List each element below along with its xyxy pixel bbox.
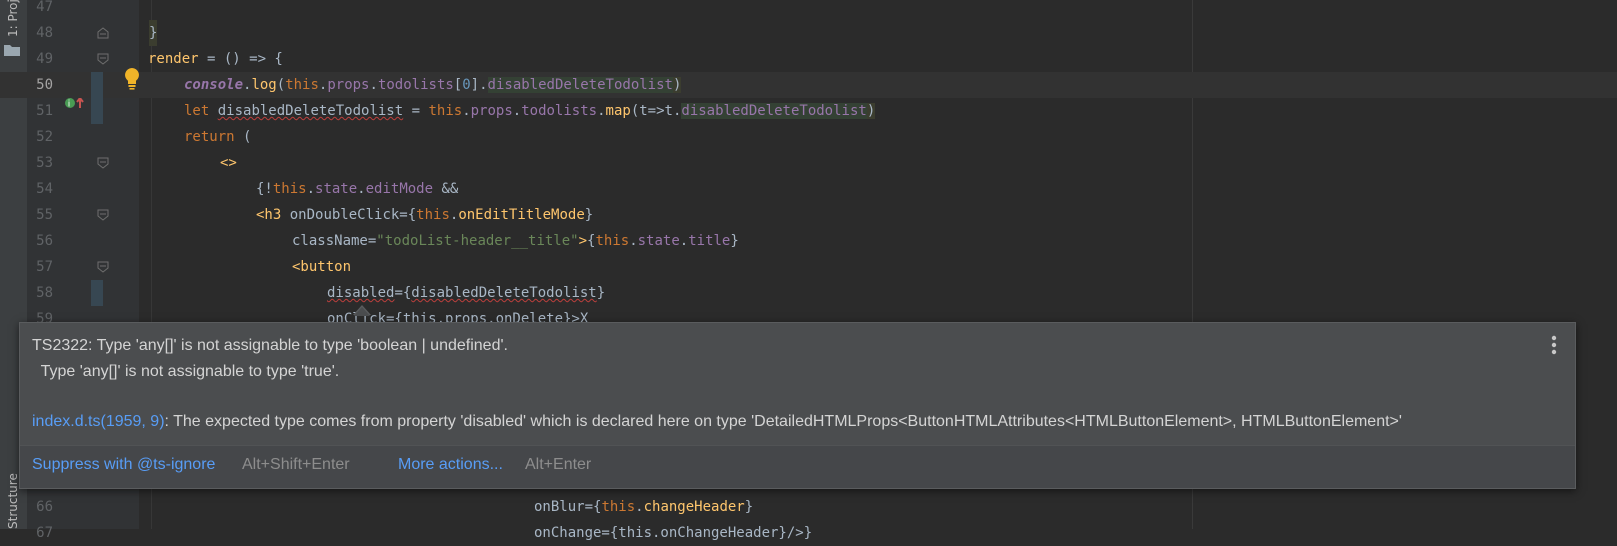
line-number: 53 (36, 155, 53, 171)
code-line[interactable]: 56 className="todoList-header__title">{t… (0, 228, 1617, 254)
code-text: console.log(this.props.todolists[0].disa… (184, 77, 682, 93)
change-marker[interactable] (91, 72, 103, 98)
code-text: {!this.state.editMode && (256, 181, 459, 197)
fold-icon[interactable] (97, 209, 109, 221)
suppress-ts-ignore-action[interactable]: Suppress with @ts-ignore (32, 456, 215, 474)
line-number: 49 (36, 51, 53, 67)
error-message-line1: TS2322: Type 'any[]' is not assignable t… (32, 337, 508, 354)
code-text: <h3 onDoubleClick={this.onEditTitleMode} (256, 207, 594, 223)
code-line[interactable]: 51 let disabledDeleteTodolist = this.pro… (0, 98, 1617, 124)
error-tooltip-popup: TS2322: Type 'any[]' is not assignable t… (19, 322, 1576, 489)
code-line[interactable]: 57 <button (0, 254, 1617, 280)
code-text: render = () => { (148, 51, 283, 67)
code-text: disabled={disabledDeleteTodolist} (327, 285, 606, 301)
more-actions-shortcut: Alt+Enter (525, 456, 592, 473)
code-text: onBlur={this.changeHeader} (534, 499, 754, 515)
line-number: 50 (36, 77, 53, 93)
line-number: 52 (36, 129, 53, 145)
code-text: } (149, 20, 158, 46)
line-number: 66 (36, 499, 53, 515)
fold-icon[interactable] (97, 261, 109, 273)
code-line[interactable]: 54 {!this.state.editMode && (0, 176, 1617, 202)
line-number: 48 (36, 25, 53, 41)
more-actions-action[interactable]: More actions... (398, 456, 503, 474)
fold-icon[interactable] (97, 157, 109, 169)
change-marker[interactable] (91, 98, 103, 124)
fold-icon[interactable] (97, 53, 109, 65)
source-link[interactable]: index.d.ts(1959, 9) (32, 413, 165, 430)
line-number: 51 (36, 103, 53, 119)
suppress-shortcut: Alt+Shift+Enter (242, 456, 350, 473)
code-line[interactable]: 47 (0, 0, 1617, 20)
lightbulb-icon[interactable] (122, 66, 142, 90)
code-line[interactable]: 49 i render = () => { (0, 46, 1617, 110)
code-text: let disabledDeleteTodolist = this.props.… (184, 103, 876, 119)
line-number: 55 (36, 207, 53, 223)
code-line[interactable]: 52 return ( (0, 124, 1617, 150)
code-text: return ( (184, 129, 252, 145)
code-line[interactable]: 67 onChange={this.onChangeHeader}/>} (0, 520, 1617, 546)
code-text: <> (220, 155, 237, 171)
popup-actions-bar: Suppress with @ts-ignore Alt+Shift+Enter… (20, 445, 1575, 488)
fold-end-icon[interactable] (97, 27, 109, 39)
line-number: 47 (36, 0, 53, 15)
line-number: 54 (36, 181, 53, 197)
line-number: 58 (36, 285, 53, 301)
code-text: onChange={this.onChangeHeader}/>} (534, 525, 813, 541)
error-source-line: index.d.ts(1959, 9): The expected type c… (32, 413, 1402, 431)
code-text: <button (292, 259, 352, 275)
error-message-line2: Type 'any[]' is not assignable to type '… (32, 363, 340, 380)
code-text: className="todoList-header__title">{this… (292, 233, 739, 249)
line-number: 57 (36, 259, 53, 275)
line-number: 56 (36, 233, 53, 249)
code-line[interactable]: 48 } (0, 20, 1617, 46)
code-line[interactable]: 55 <h3 onDoubleClick={this.onEditTitleMo… (0, 202, 1617, 228)
code-line[interactable]: 66 onBlur={this.changeHeader} (0, 494, 1617, 520)
code-line-current[interactable]: 50 console.log(this.props.todolists[0].d… (0, 72, 1617, 98)
popup-pointer-inner (354, 307, 370, 316)
source-description: : The expected type comes from property … (164, 413, 1402, 430)
change-marker[interactable] (91, 280, 103, 306)
line-number: 67 (36, 525, 53, 541)
more-options-icon[interactable] (1551, 335, 1557, 355)
code-line[interactable]: 53 <> (0, 150, 1617, 176)
code-line[interactable]: 58 disabled={disabledDeleteTodolist} (0, 280, 1617, 306)
